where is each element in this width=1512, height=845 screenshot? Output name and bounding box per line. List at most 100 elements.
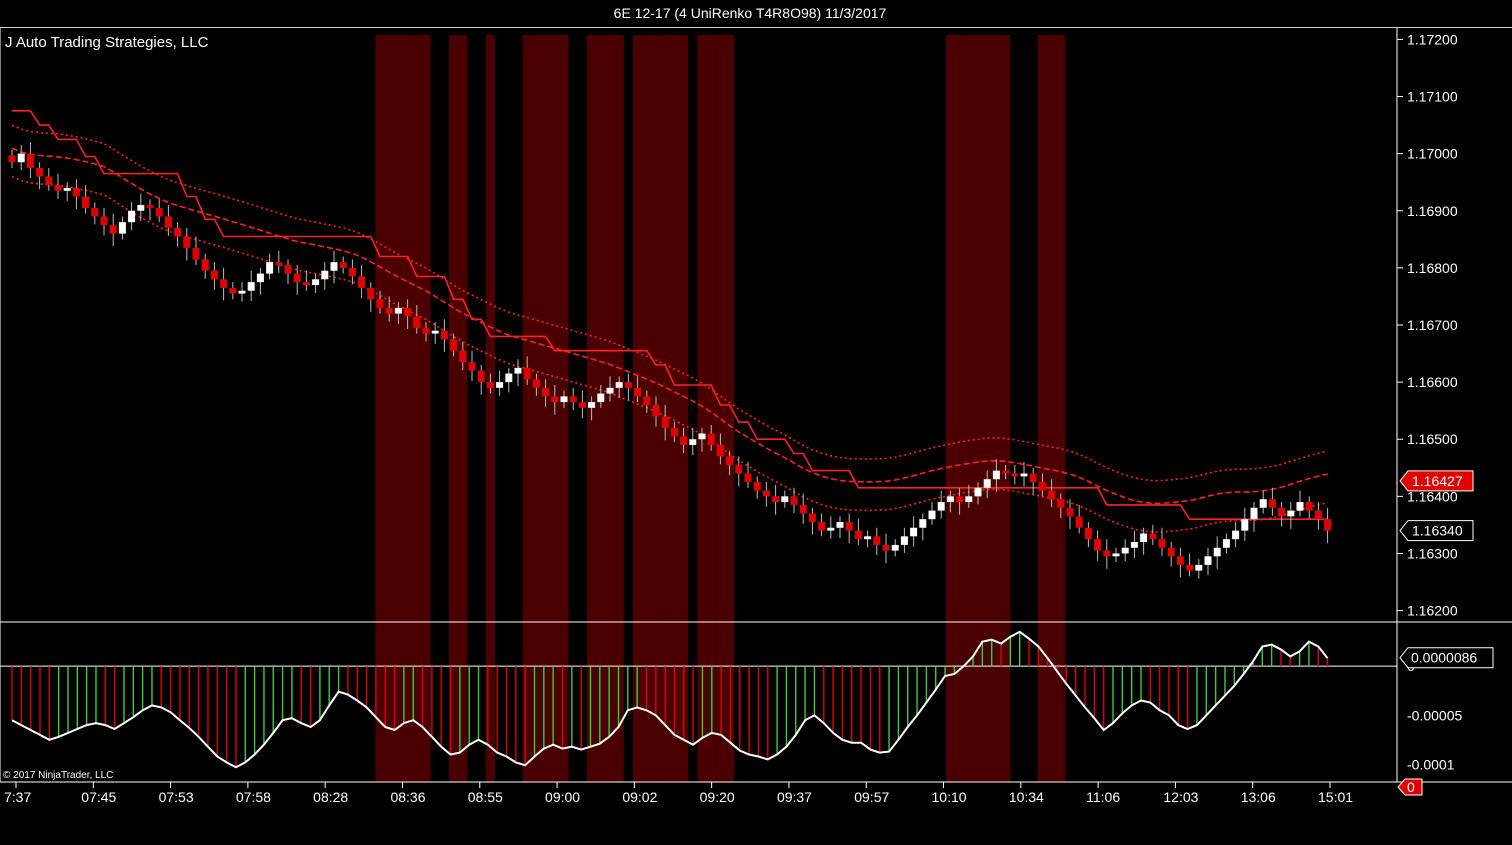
candle [1268, 487, 1276, 516]
candle-body [956, 496, 964, 503]
candle [1094, 530, 1102, 561]
candle [1222, 533, 1230, 554]
candle-body [928, 510, 936, 520]
candle-body [1232, 530, 1240, 540]
time-tick-label: 15:01 [1318, 789, 1353, 805]
time-tick-label: 07:58 [236, 789, 271, 805]
price-marker-0: 1.16427 [1399, 470, 1474, 492]
candle-body [164, 216, 172, 228]
candle-body [900, 536, 908, 545]
candle [873, 527, 881, 556]
candle-body [266, 262, 274, 274]
candle-body [210, 270, 218, 280]
price-tick-label: 1.16200 [1407, 603, 1458, 619]
candle [900, 527, 908, 553]
candle [63, 182, 71, 202]
candle-body [450, 339, 458, 351]
time-tick-label: 10:10 [932, 789, 967, 805]
candle-body [1278, 507, 1286, 517]
candle-body [882, 544, 890, 551]
candle [891, 539, 899, 557]
candle-body [716, 444, 724, 457]
candle-body [634, 387, 642, 397]
candle-body [983, 479, 991, 488]
price-tick-label: 1.16600 [1407, 374, 1458, 390]
candle-body [238, 290, 246, 294]
candle-body [192, 247, 200, 260]
candle-body [82, 196, 90, 208]
candle [1324, 507, 1332, 544]
candle-body [680, 436, 688, 445]
candle [1259, 490, 1267, 514]
candle-body [36, 167, 44, 177]
candle-body [505, 373, 513, 383]
candle-body [762, 490, 770, 497]
candle [1232, 522, 1240, 548]
candle-body [1314, 510, 1322, 520]
candle-body [818, 522, 826, 531]
candle-body [707, 433, 715, 445]
time-tick-label: 07:45 [81, 789, 116, 805]
candle [1158, 527, 1166, 556]
candle-body [643, 396, 651, 405]
candle [321, 262, 329, 290]
shaded-zone-9 [945, 35, 1011, 782]
candle [82, 185, 90, 214]
candle-body [965, 496, 973, 503]
candle-body [358, 276, 366, 288]
chart-canvas[interactable]: 1.17200 1.17100 1.17000 1.16900 1.16800 1.167… [0, 0, 1512, 845]
candle-body [1020, 473, 1028, 477]
candle-body [1167, 547, 1175, 557]
time-tick-label: 12:03 [1163, 789, 1198, 805]
candle-body [174, 227, 182, 237]
time-tick-label: 09:57 [854, 789, 889, 805]
candle-body [109, 225, 117, 234]
candle-body [17, 153, 25, 163]
candle-body [836, 522, 844, 528]
candle-body [910, 527, 918, 537]
time-tick-label: 09:02 [622, 789, 657, 805]
candle-body [293, 273, 301, 283]
candle [919, 513, 927, 541]
candle-body [1057, 499, 1065, 508]
candle-body [1011, 473, 1019, 477]
candle [569, 387, 577, 411]
candle [928, 502, 936, 525]
candle-body [394, 307, 402, 314]
candle-body [91, 207, 99, 217]
candle-body [744, 473, 752, 483]
candle [440, 319, 448, 352]
price-tick-label: 1.17000 [1407, 146, 1458, 162]
candle-body [468, 362, 476, 371]
candle [496, 370, 504, 396]
candle [339, 256, 347, 274]
candle [1112, 547, 1120, 563]
candle-body [514, 367, 522, 374]
candle [1186, 553, 1194, 577]
price-tick-label: 1.16800 [1407, 260, 1458, 276]
candle-body [155, 207, 163, 217]
candle-body [229, 287, 237, 294]
candle [1195, 559, 1203, 579]
candle [578, 390, 586, 419]
candle-body [698, 433, 706, 440]
candle [468, 350, 476, 381]
candle [1075, 504, 1083, 534]
candle [1084, 522, 1092, 548]
candle-body [431, 330, 439, 334]
candle [192, 236, 200, 266]
candle [910, 516, 918, 547]
candle-body [974, 487, 982, 497]
candle-body [1296, 502, 1304, 511]
candle-body [1250, 507, 1258, 520]
candle [91, 202, 99, 225]
candle [183, 227, 191, 261]
oscillator-marker-label: 0.0000086 [1411, 650, 1477, 666]
candle-body [946, 496, 954, 503]
candle [146, 199, 154, 221]
candle-body [404, 307, 412, 317]
time-tick-label: 08:28 [313, 789, 348, 805]
candle [799, 493, 807, 524]
candle-body [808, 513, 816, 523]
strategy-label: J Auto Trading Strategies, LLC [5, 34, 209, 51]
